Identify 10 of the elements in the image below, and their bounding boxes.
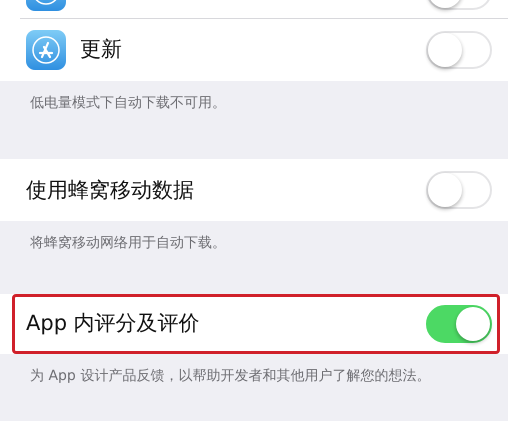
toggle-switch[interactable] bbox=[426, 171, 492, 210]
footer-note: 为 App 设计产品反馈，以帮助开发者和其他用户了解您的想法。 bbox=[29, 366, 432, 386]
setting-label: 使用蜂窝移动数据 bbox=[26, 176, 195, 204]
toggle-switch[interactable] bbox=[426, 304, 492, 343]
setting-label: App 内评分及评价 bbox=[26, 310, 201, 337]
footer-note: 低电量模式下自动下载不可用。 bbox=[29, 94, 227, 113]
toggle-switch[interactable] bbox=[426, 31, 492, 69]
setting-label: 更新 bbox=[80, 36, 123, 64]
footer-note: 将蜂窝移动网络用于自动下载。 bbox=[29, 234, 227, 254]
app-store-icon bbox=[26, 30, 66, 70]
